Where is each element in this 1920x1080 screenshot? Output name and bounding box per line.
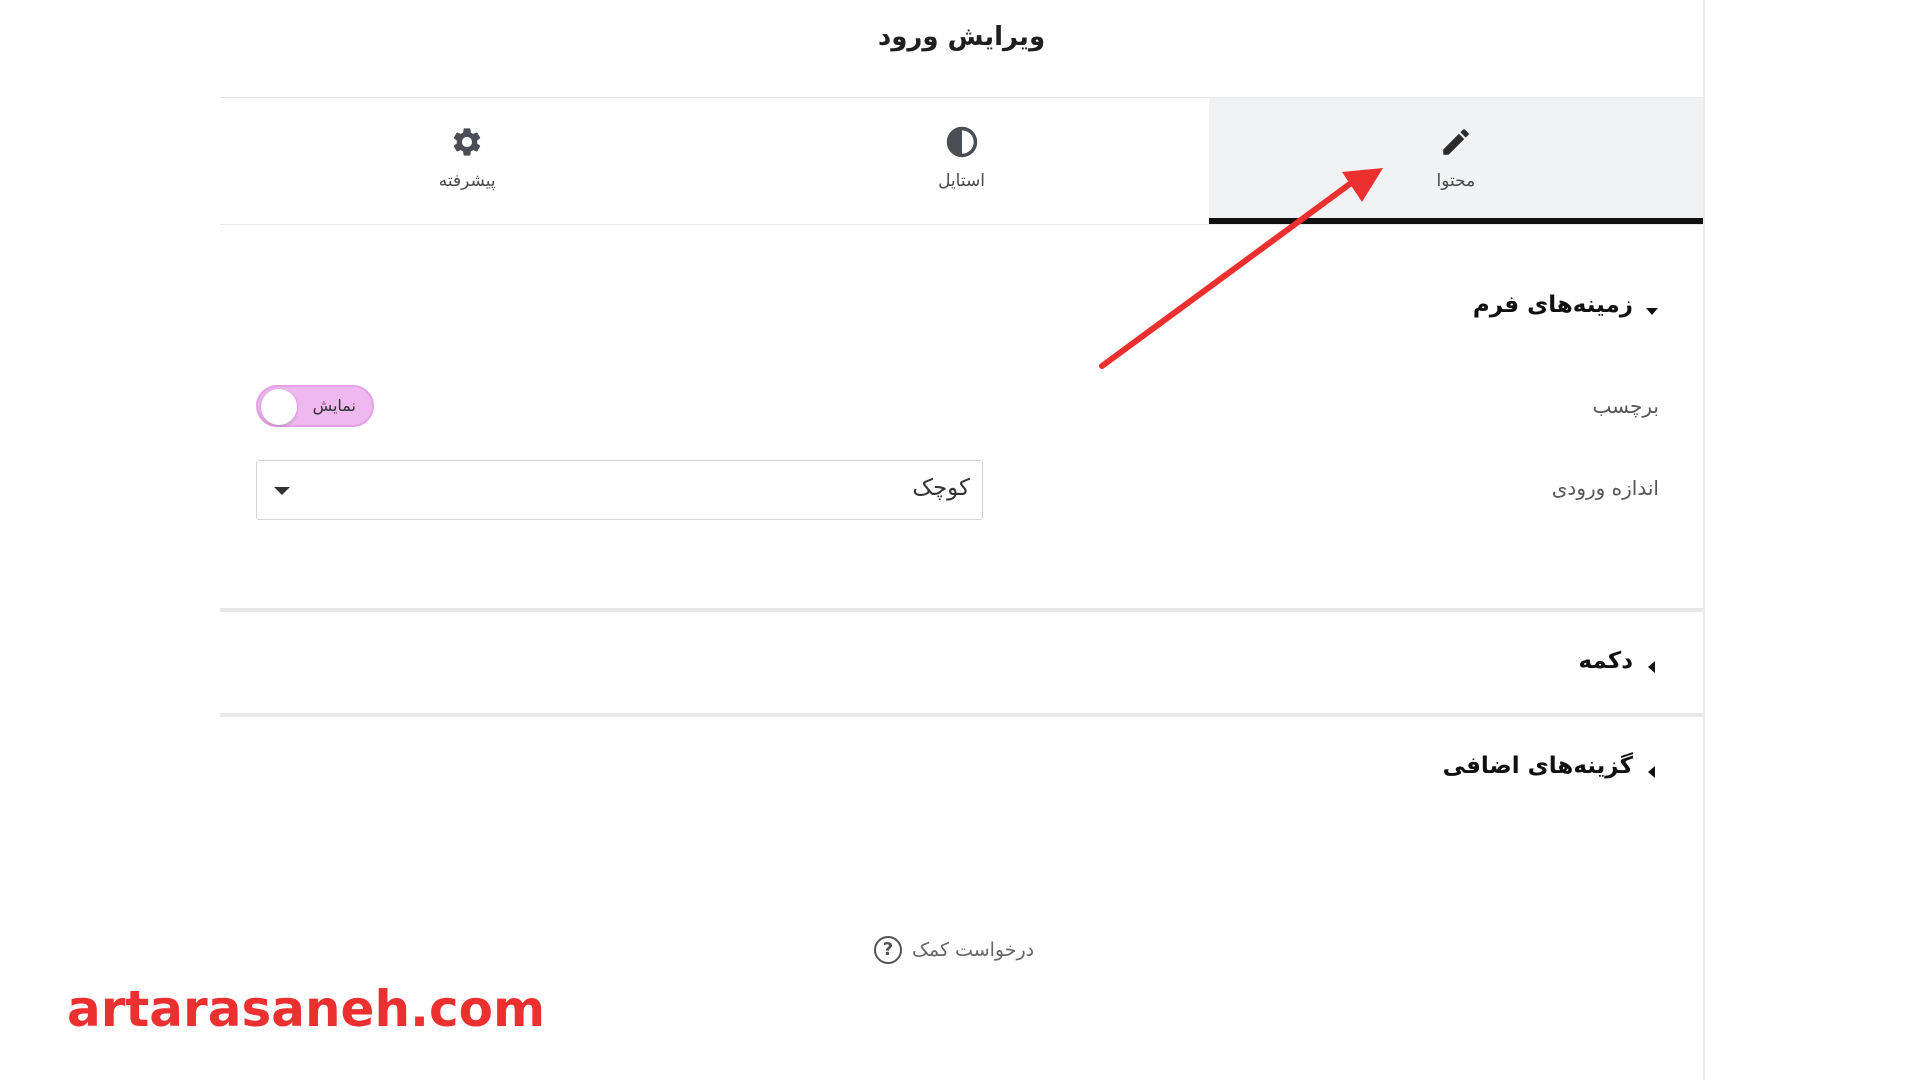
section-extra-options-title: گزینه‌های اضافی (1442, 753, 1633, 779)
panel-title: ویرایش ورود (877, 22, 1046, 52)
section-divider (220, 713, 1703, 717)
section-form-fields-header[interactable]: زمینه‌های فرم (1473, 292, 1659, 318)
gear-icon (450, 125, 484, 159)
tab-bar: محتوا استایل پیشرفته (220, 97, 1703, 225)
tab-style-label: استایل (938, 171, 985, 191)
page: ویرایش ورود محتوا استایل پیشرفته (0, 0, 1920, 1080)
toggle-knob (261, 389, 297, 425)
input-size-value: کوچک (912, 475, 970, 501)
tab-style[interactable]: استایل (714, 98, 1208, 224)
tab-advanced-label: پیشرفته (438, 171, 496, 191)
pencil-icon (1439, 125, 1473, 159)
caret-down-icon (1645, 298, 1659, 315)
tab-advanced[interactable]: پیشرفته (220, 98, 714, 224)
section-extra-options-header[interactable]: گزینه‌های اضافی (1443, 753, 1659, 779)
label-visibility-toggle[interactable]: نمایش (256, 385, 374, 427)
watermark: artarasaneh.com (67, 980, 546, 1038)
section-divider (220, 608, 1703, 612)
panel-edge-divider (1703, 0, 1705, 1080)
help-request-link[interactable]: درخواست کمک ? (874, 936, 1034, 964)
caret-left-icon (1645, 654, 1659, 673)
tab-content[interactable]: محتوا (1208, 98, 1703, 224)
chevron-down-icon (273, 483, 291, 497)
section-button-title: دکمه (1578, 648, 1633, 674)
toggle-text: نمایش (312, 396, 356, 415)
label-field-label: برچسب (1592, 394, 1659, 418)
input-size-select[interactable]: کوچک (256, 460, 983, 520)
contrast-icon (945, 125, 979, 159)
help-label: درخواست کمک (912, 939, 1035, 961)
tab-content-label: محتوا (1436, 171, 1476, 191)
editor-panel: ویرایش ورود محتوا استایل پیشرفته (220, 0, 1703, 1080)
section-form-fields-title: زمینه‌های فرم (1472, 292, 1633, 318)
input-size-label: اندازه ورودی (1551, 476, 1659, 500)
section-button-header[interactable]: دکمه (1578, 648, 1659, 674)
caret-left-icon (1645, 759, 1659, 778)
question-icon: ? (874, 936, 902, 964)
